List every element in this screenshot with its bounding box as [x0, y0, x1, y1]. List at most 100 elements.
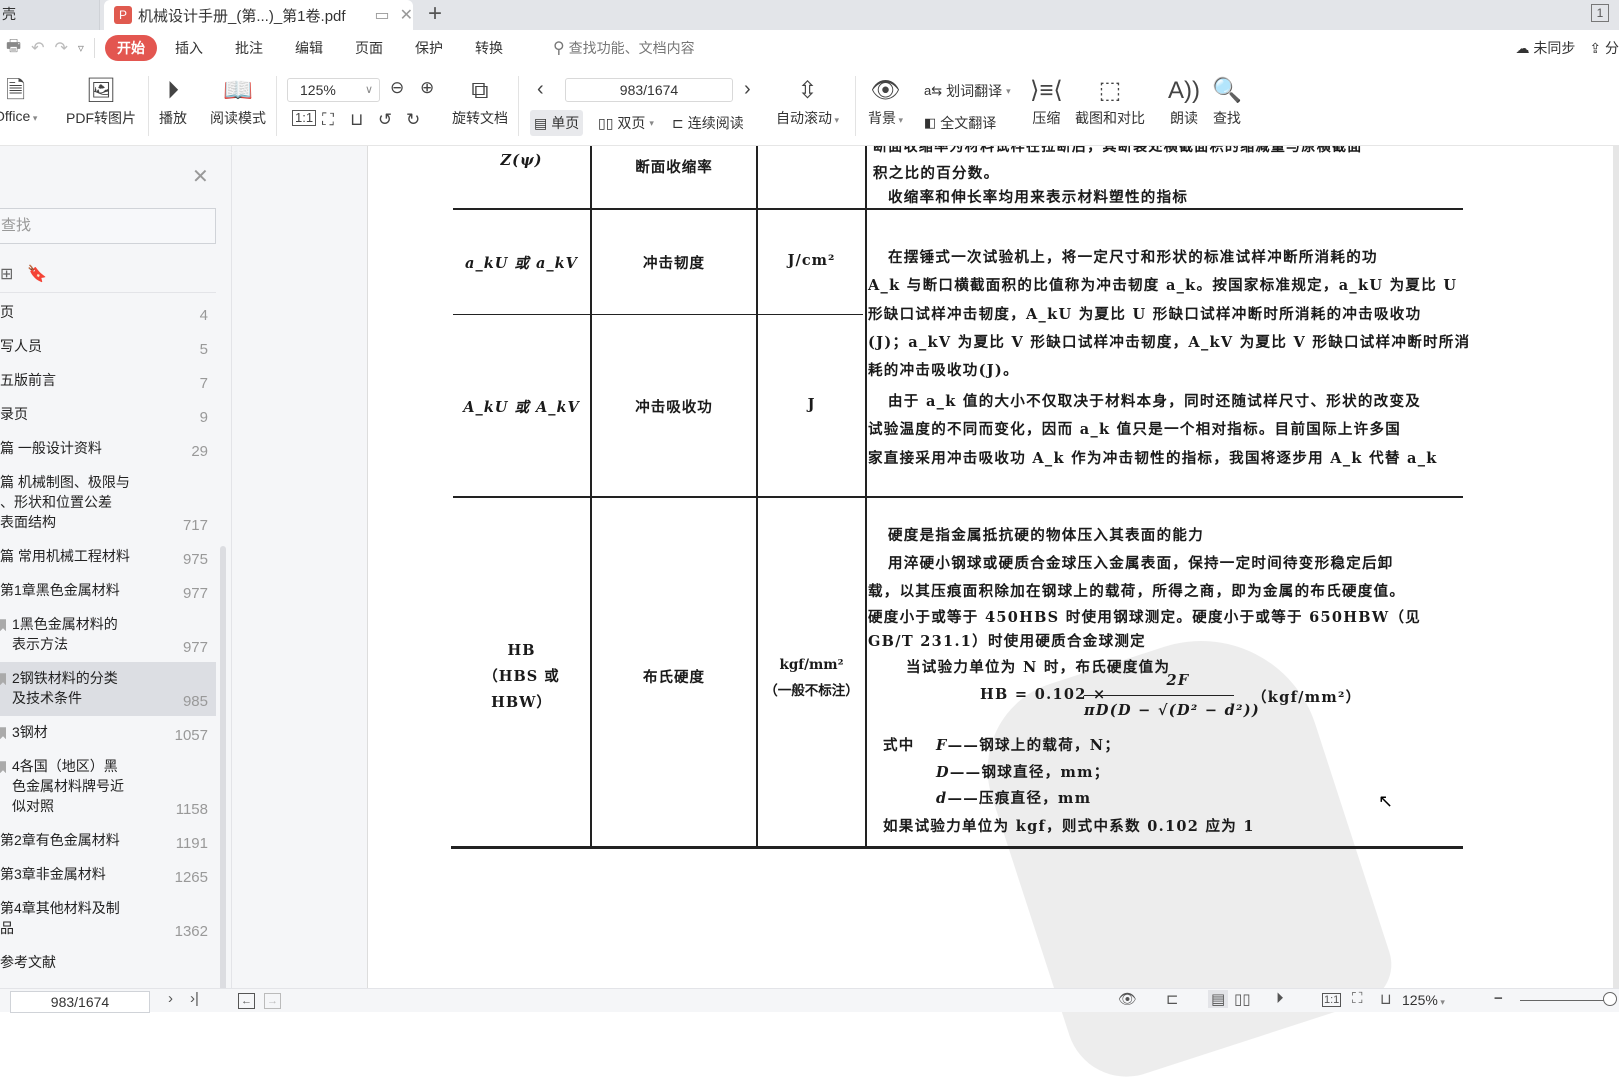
bookmark-icon[interactable]: 🔖 [27, 264, 47, 284]
outline-item[interactable]: 篇 机械制图、极限与 、形状和位置公差 表面结构 717 [0, 466, 216, 540]
outline-item[interactable]: 第4章其他材料及制 品 1362 [0, 892, 216, 946]
menu-home[interactable]: 开始 [104, 35, 157, 61]
close-icon[interactable]: ✕ [192, 164, 209, 189]
page-number-input[interactable]: 983/1674 [565, 78, 733, 102]
actual-size-icon[interactable]: 1:1 [1322, 993, 1342, 1007]
forward-icon[interactable]: → [264, 993, 281, 1009]
window-count-badge[interactable]: 1 [1591, 4, 1609, 22]
bookmark-icon [0, 673, 6, 686]
outline-item[interactable]: 五版前言 7 [0, 364, 216, 398]
doc-line: 耗的冲击吸收功(J)。 [868, 362, 1019, 379]
var-desc: ——钢球直径，mm； [949, 764, 1110, 781]
rotate-document-button[interactable]: ⧉ 旋转文档 [452, 74, 508, 128]
search-icon: ⚲ [552, 40, 565, 57]
zoom-out-icon[interactable]: ⊖ [390, 78, 404, 98]
label: 自动滚动 [776, 110, 832, 126]
double-page-icon[interactable]: ▯▯ [1234, 990, 1251, 1008]
outline-item[interactable]: 参考文献 [0, 946, 216, 980]
cell-unit: J [807, 396, 816, 413]
rotate-right-icon[interactable]: ↻ [406, 110, 420, 130]
zoom-in-icon[interactable]: ⊕ [420, 78, 434, 98]
label: 压缩 [1032, 110, 1061, 126]
sync-status[interactable]: ☁ 未同步 [1515, 38, 1575, 58]
cell-symbol: A_kU 或 A_kV [463, 399, 580, 416]
fit-width-icon[interactable]: ⊔ [1380, 990, 1392, 1008]
close-tab-icon[interactable]: ✕ [400, 5, 413, 25]
auto-scroll-icon: ⇳ [797, 77, 818, 104]
tab-previous[interactable]: 壳 [0, 0, 100, 30]
outline-item[interactable]: 页4 [0, 296, 216, 330]
double-page-button[interactable]: ▯▯ 双页 ▾ [594, 110, 658, 136]
outline-item[interactable]: 第3章非金属材料 1265 [0, 858, 216, 892]
outline-item[interactable]: 2钢铁材料的分类 及技术条件 985 [0, 662, 216, 716]
menu-page[interactable]: 页面 [355, 38, 383, 58]
auto-scroll-button[interactable]: ⇳ 自动滚动 ▾ [776, 74, 839, 128]
find-button[interactable]: 🔍 查找 [1212, 74, 1242, 128]
next-page-icon[interactable]: › [744, 78, 751, 101]
status-bar: 983/1674 › ›| ← → 👁 ⊏ ▤ ▯▯ ⏵ 1:1 ⛶ ⊔ 125… [0, 988, 1619, 1013]
zoom-out-icon[interactable]: − [1494, 990, 1503, 1007]
mouse-cursor-icon: ↖ [1378, 791, 1394, 811]
outline-item[interactable]: 写人员 5 [0, 330, 216, 364]
eye-protect-icon[interactable]: 👁 [1118, 990, 1137, 1008]
zoom-slider-handle[interactable] [1603, 992, 1617, 1006]
outline-item[interactable]: 3钢材 1057 [0, 716, 216, 750]
last-page-icon[interactable]: ›| [190, 990, 199, 1007]
menu-protect[interactable]: 保护 [415, 38, 443, 58]
outline-search-input[interactable]: 查找 [0, 208, 216, 244]
pdf-to-office-button[interactable]: 🗎 Office ▾ [0, 74, 37, 124]
undo-icon[interactable]: ↶ [31, 38, 44, 58]
fit-page-icon[interactable]: ⛶ [322, 110, 334, 130]
fit-width-icon[interactable]: ⊔ [350, 110, 363, 130]
print-icon[interactable]: 🖶 [6, 35, 21, 62]
single-page-icon[interactable]: ▤ [1208, 990, 1229, 1008]
continuous-read-button[interactable]: ⊏ 连续阅读 [668, 110, 748, 136]
back-icon[interactable]: ← [238, 993, 255, 1009]
new-tab-button[interactable]: + [428, 0, 442, 28]
pin-window-icon[interactable]: ▭ [374, 5, 389, 25]
background-button[interactable]: 👁 背景 ▾ [868, 74, 903, 128]
sidebar-scrollbar[interactable] [220, 546, 226, 1006]
continuous-icon[interactable]: ⊏ [1166, 990, 1179, 1008]
next-page-icon[interactable]: › [168, 990, 173, 1007]
previous-page-icon[interactable]: ‹ [537, 78, 544, 101]
share-button[interactable]: ⇪ 分 [1589, 38, 1619, 58]
redo-icon[interactable]: ↷ [55, 38, 68, 58]
zoom-select[interactable]: 125% ∨ [287, 78, 380, 102]
word-translate-button[interactable]: a⇆ 划词翻译 ▾ [920, 78, 1015, 104]
label: 朗读 [1170, 110, 1198, 126]
outline-item[interactable]: 1黑色金属材料的 表示方法 977 [0, 608, 216, 662]
status-zoom-value[interactable]: 125% ▾ [1402, 992, 1445, 1008]
outline-item[interactable]: 篇 一般设计资料 29 [0, 432, 216, 466]
actual-size-icon[interactable]: 1:1 [292, 110, 317, 126]
var-line: F——钢球上的载荷，N； [936, 734, 1120, 755]
outline-item[interactable]: 第1章黑色金属材料 977 [0, 574, 216, 608]
menu-edit[interactable]: 编辑 [295, 38, 323, 58]
read-aloud-button[interactable]: A)) 朗读 [1168, 74, 1200, 128]
menu-annotate[interactable]: 批注 [235, 38, 263, 58]
document-scrollbar[interactable] [1613, 146, 1619, 988]
feature-search[interactable]: ⚲ 查找功能、文档内容 [553, 38, 695, 58]
rotate-left-icon[interactable]: ↺ [378, 110, 392, 130]
outline-item[interactable]: 4各国（地区）黑 色金属材料牌号近 似对照 1158 [0, 750, 216, 824]
outline-item[interactable]: 录页 9 [0, 398, 216, 432]
outline-item[interactable]: 第2章有色金属材料 1191 [0, 824, 216, 858]
play-button[interactable]: ⏵ 播放 [159, 74, 187, 128]
status-page-input[interactable]: 983/1674 [10, 991, 150, 1013]
full-translate-button[interactable]: ◧ 全文翻译 [920, 110, 1000, 136]
screenshot-compare-button[interactable]: ⬚ 截图和对比 [1075, 74, 1145, 128]
compress-button[interactable]: ⟩≡⟨ 压缩 [1030, 74, 1063, 128]
single-page-button[interactable]: ▤ 单页 [530, 110, 584, 136]
outline-item[interactable]: 篇 常用机械工程材料 975 [0, 540, 216, 574]
add-bookmark-icon[interactable]: ⊞ [0, 264, 13, 284]
customize-dropdown-icon[interactable]: ▿ [78, 41, 84, 55]
read-mode-button[interactable]: 📖 阅读模式 [210, 74, 266, 128]
menu-insert[interactable]: 插入 [175, 38, 203, 58]
pdf-to-image-button[interactable]: 🖼 PDF转图片 [66, 74, 136, 128]
cell-unit: J/cm² [787, 252, 836, 269]
play-icon[interactable]: ⏵ [1276, 990, 1284, 1007]
menu-convert[interactable]: 转换 [475, 38, 503, 58]
tab-active-document[interactable]: P 机械设计手册_(第...)_第1卷.pdf ▭ ✕ [104, 0, 413, 30]
fit-page-icon[interactable]: ⛶ [1352, 990, 1363, 1007]
zoom-slider[interactable] [1520, 1000, 1608, 1001]
